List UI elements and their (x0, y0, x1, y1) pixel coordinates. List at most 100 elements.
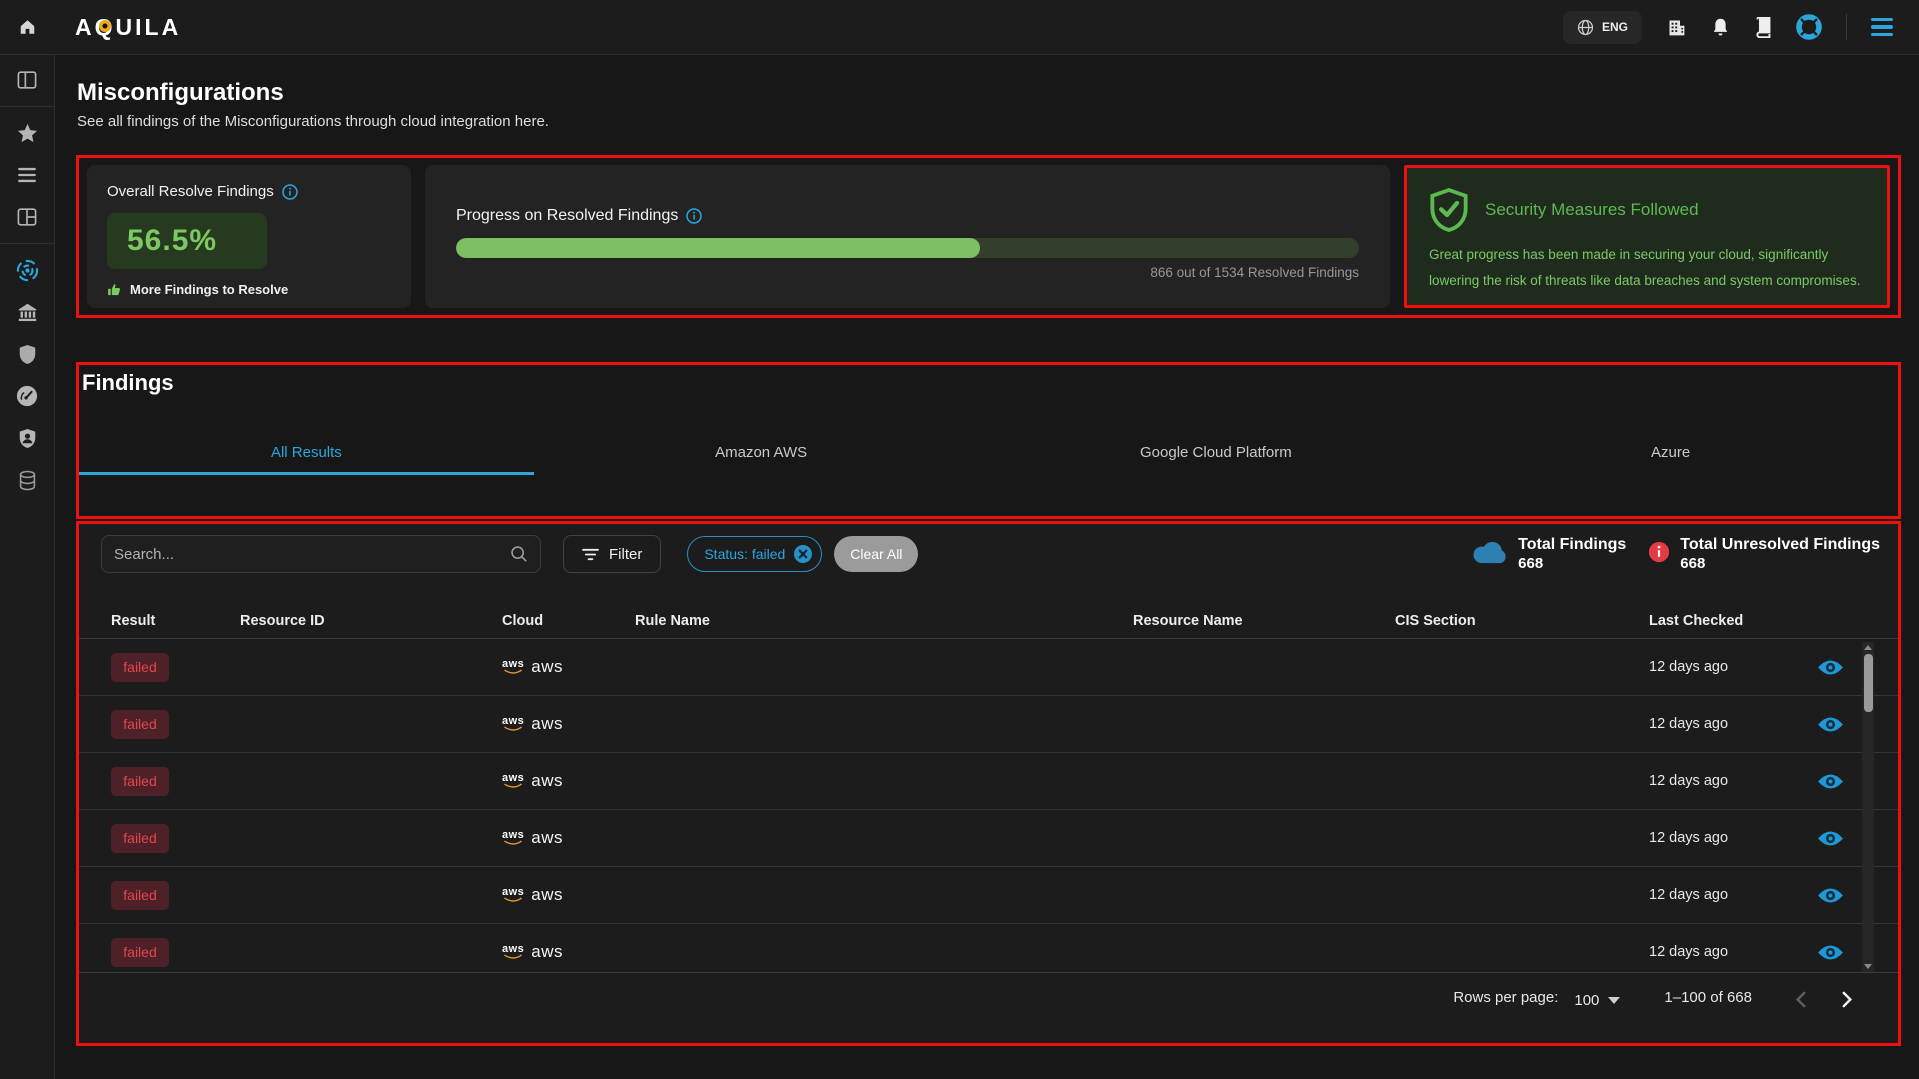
overall-resolve-label: Overall Resolve Findings (107, 183, 274, 200)
sidebar-item-governance[interactable] (0, 291, 55, 333)
eye-icon[interactable] (1817, 715, 1844, 734)
close-circle-icon[interactable] (793, 544, 813, 564)
cloud-cell: aws aws (502, 885, 635, 905)
clear-all-button[interactable]: Clear All (834, 536, 918, 572)
eye-icon[interactable] (1817, 829, 1844, 848)
rows-per-page-label: Rows per page: (1453, 989, 1558, 1006)
sidebar-divider (0, 243, 55, 244)
globe-icon (1577, 19, 1594, 36)
docs-book-icon[interactable] (1754, 17, 1772, 38)
shield-icon (18, 344, 37, 365)
last-checked-cell: 12 days ago (1649, 773, 1799, 789)
table-row[interactable]: failed aws aws 12 days ago (79, 639, 1898, 696)
scrollbar-thumb[interactable] (1864, 654, 1873, 712)
last-checked-cell: 12 days ago (1649, 830, 1799, 846)
sidebar-item-panels[interactable] (0, 59, 55, 101)
logo-eye-icon: Q (95, 14, 116, 41)
panels-icon (17, 71, 37, 89)
star-icon (17, 123, 38, 143)
sidebar-item-list[interactable] (0, 154, 55, 196)
status-badge-failed: failed (111, 653, 169, 682)
sidebar-item-inventory[interactable] (0, 459, 55, 501)
column-header-resource-name[interactable]: Resource Name (1133, 613, 1395, 629)
total-findings-label: Total Findings (1518, 535, 1626, 554)
brand-logo[interactable]: AQUILA (75, 14, 181, 41)
last-checked-cell: 12 days ago (1649, 716, 1799, 732)
table-row[interactable]: failed aws aws 12 days ago (79, 924, 1898, 972)
language-selector[interactable]: ENG (1563, 11, 1642, 44)
column-header-last-checked[interactable]: Last Checked (1649, 613, 1799, 629)
search-box (101, 535, 541, 573)
aws-logo: aws (502, 831, 524, 846)
filter-label: Filter (609, 546, 642, 563)
last-checked-cell: 12 days ago (1649, 659, 1799, 675)
organization-icon[interactable] (1666, 17, 1687, 38)
column-header-resource-id[interactable]: Resource ID (240, 613, 502, 629)
scroll-up-icon[interactable] (1864, 645, 1872, 650)
security-measures-card: Security Measures Followed Great progres… (1404, 165, 1890, 308)
notifications-bell-icon[interactable] (1711, 17, 1730, 38)
eye-icon[interactable] (1817, 772, 1844, 791)
pagination-range: 1–100 of 668 (1664, 989, 1752, 1006)
column-header-result[interactable]: Result (111, 613, 240, 629)
layout-icon (17, 208, 37, 226)
eye-icon[interactable] (1817, 658, 1844, 677)
total-findings-value: 668 (1518, 554, 1626, 573)
tab-amazon-aws[interactable]: Amazon AWS (534, 431, 989, 473)
aws-logo: aws (502, 774, 524, 789)
support-life-ring-icon[interactable] (1796, 14, 1822, 40)
topbar-divider (1846, 14, 1847, 40)
previous-page-button[interactable] (1794, 991, 1807, 1008)
sidebar-item-identity[interactable] (0, 417, 55, 459)
tab-azure[interactable]: Azure (1443, 431, 1898, 473)
table-row[interactable]: failed aws aws 12 days ago (79, 867, 1898, 924)
aws-logo: aws (502, 660, 524, 675)
sidebar-item-security[interactable] (0, 333, 55, 375)
home-icon[interactable] (0, 18, 55, 36)
page-title: Misconfigurations (77, 79, 284, 107)
table-scrollbar[interactable] (1862, 642, 1874, 972)
total-unresolved-label: Total Unresolved Findings (1680, 535, 1880, 554)
app-root: AQUILA ENG (0, 0, 1919, 1079)
status-badge-failed: failed (111, 824, 169, 853)
chevron-right-icon (1841, 991, 1854, 1008)
rows-per-page-select[interactable]: 100 (1574, 992, 1620, 1009)
overall-percentage-value: 56.5% (127, 224, 217, 258)
sidebar-item-misconfigurations-active[interactable] (0, 249, 55, 291)
pagination-bar: Rows per page: 100 1–100 of 668 (79, 973, 1898, 1043)
search-input[interactable] (114, 546, 510, 563)
status-failed-filter-chip[interactable]: Status: failed (687, 536, 822, 572)
hamburger-menu-icon[interactable] (1871, 18, 1893, 37)
page-subtitle: See all findings of the Misconfiguration… (77, 113, 549, 130)
table-row[interactable]: failed aws aws 12 days ago (79, 753, 1898, 810)
cloud-cell: aws aws (502, 942, 635, 962)
table-row[interactable]: failed aws aws 12 days ago (79, 696, 1898, 753)
column-header-cis-section[interactable]: CIS Section (1395, 613, 1649, 629)
scroll-down-icon[interactable] (1864, 964, 1872, 969)
annotation-box-stats: Overall Resolve Findings 56.5% More Find… (76, 155, 1901, 318)
sidebar-item-favorites[interactable] (0, 112, 55, 154)
table-controls: Filter Status: failed Clear All Total Fi… (101, 532, 1880, 576)
tab-all-results[interactable]: All Results (79, 431, 534, 473)
info-icon[interactable] (282, 184, 298, 200)
eye-icon[interactable] (1817, 886, 1844, 905)
logo-text-a: A (75, 14, 95, 41)
cloud-icon (1472, 539, 1508, 565)
last-checked-cell: 12 days ago (1649, 887, 1799, 903)
sidebar-item-benchmark[interactable] (0, 375, 55, 417)
table-row[interactable]: failed aws aws 12 days ago (79, 810, 1898, 867)
next-page-button[interactable] (1841, 991, 1854, 1008)
shield-check-icon (1429, 188, 1469, 232)
filter-button[interactable]: Filter (563, 535, 661, 573)
sidebar-nav (0, 55, 55, 1079)
info-icon[interactable] (686, 208, 702, 224)
tab-google-cloud-platform[interactable]: Google Cloud Platform (989, 431, 1444, 473)
annotation-box-findings: Findings All Results Amazon AWS Google C… (76, 362, 1901, 519)
sidebar-item-dashboard[interactable] (0, 196, 55, 238)
eye-icon[interactable] (1817, 943, 1844, 962)
sidebar-divider (0, 106, 55, 107)
column-header-cloud[interactable]: Cloud (502, 613, 635, 629)
status-badge-failed: failed (111, 767, 169, 796)
alert-info-icon (1648, 541, 1670, 563)
column-header-rule-name[interactable]: Rule Name (635, 613, 1133, 629)
